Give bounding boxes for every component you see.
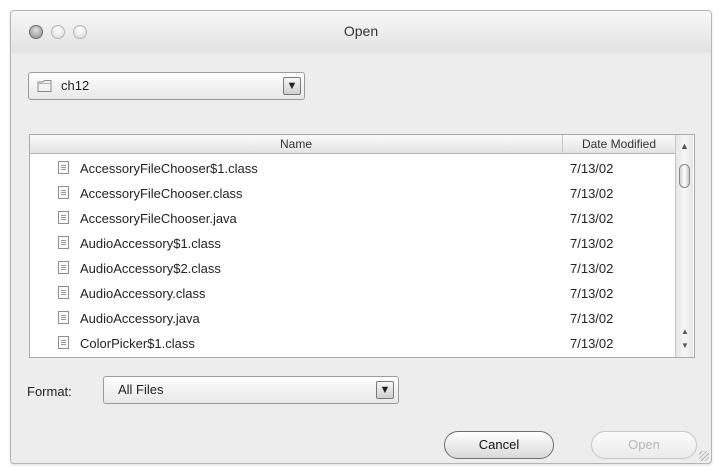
open-dialog: Open ch12 ▼ Name Date Modified Accessory… [10, 10, 712, 464]
sort-arrow-icon: ▲ [680, 141, 689, 151]
file-date-modified: 7/13/02 [570, 211, 614, 226]
list-item[interactable]: AccessoryFileChooser$1.class 7/13/02 [30, 156, 675, 181]
file-name: AudioAccessory$2.class [80, 261, 221, 276]
file-date-modified: 7/13/02 [570, 236, 614, 251]
file-name: AccessoryFileChooser$1.class [80, 161, 258, 176]
file-name: AccessoryFileChooser.java [80, 211, 237, 226]
resize-grip-icon[interactable] [699, 451, 709, 461]
list-item[interactable]: AccessoryFileChooser.java 7/13/02 [30, 206, 675, 231]
scroll-down-icon[interactable]: ▼ [681, 341, 689, 350]
file-name: AudioAccessory.class [80, 286, 206, 301]
file-list[interactable]: Name Date Modified AccessoryFileChooser$… [29, 134, 695, 358]
title-bar: Open [11, 11, 711, 53]
format-selected-value: All Files [118, 382, 164, 397]
java-file-icon [58, 311, 69, 324]
location-popup[interactable]: ch12 ▼ [28, 72, 305, 100]
class-file-icon [58, 161, 69, 174]
file-name: AudioAccessory.java [80, 311, 200, 326]
file-name: AccessoryFileChooser.class [80, 186, 243, 201]
file-date-modified: 7/13/02 [570, 186, 614, 201]
window-title: Open [343, 23, 379, 39]
chevron-down-icon[interactable]: ▼ [283, 77, 301, 95]
file-date-modified: 7/13/02 [570, 161, 614, 176]
class-file-icon [58, 286, 69, 299]
class-file-icon [58, 186, 69, 199]
format-popup[interactable]: All Files ▼ [103, 376, 399, 404]
folder-icon [37, 79, 55, 93]
file-date-modified: 7/13/02 [570, 311, 614, 326]
scrollbar-thumb[interactable] [679, 164, 690, 188]
column-header-name[interactable]: Name [30, 135, 563, 154]
list-item[interactable]: ColorPicker$1.class 7/13/02 [30, 331, 675, 356]
format-label: Format: [27, 384, 72, 399]
vertical-scrollbar[interactable]: ▲ ▲ ▼ [675, 135, 693, 357]
list-item[interactable]: AudioAccessory.class 7/13/02 [30, 281, 675, 306]
open-button[interactable]: Open [591, 431, 697, 459]
java-file-icon [58, 211, 69, 224]
class-file-icon [58, 236, 69, 249]
chevron-down-icon[interactable]: ▼ [376, 381, 394, 399]
cancel-button[interactable]: Cancel [444, 431, 554, 459]
list-item[interactable]: AudioAccessory$1.class 7/13/02 [30, 231, 675, 256]
class-file-icon [58, 261, 69, 274]
file-date-modified: 7/13/02 [570, 336, 614, 351]
column-header-date-modified[interactable]: Date Modified [563, 135, 675, 154]
file-name: AudioAccessory$1.class [80, 236, 221, 251]
list-item[interactable]: AccessoryFileChooser.class 7/13/02 [30, 181, 675, 206]
class-file-icon [58, 336, 69, 349]
file-name: ColorPicker$1.class [80, 336, 195, 351]
file-date-modified: 7/13/02 [570, 286, 614, 301]
location-folder-name: ch12 [61, 78, 90, 93]
file-date-modified: 7/13/02 [570, 261, 614, 276]
list-item[interactable]: AudioAccessory$2.class 7/13/02 [30, 256, 675, 281]
list-item[interactable]: AudioAccessory.java 7/13/02 [30, 306, 675, 331]
scroll-up-icon[interactable]: ▲ [681, 327, 689, 336]
